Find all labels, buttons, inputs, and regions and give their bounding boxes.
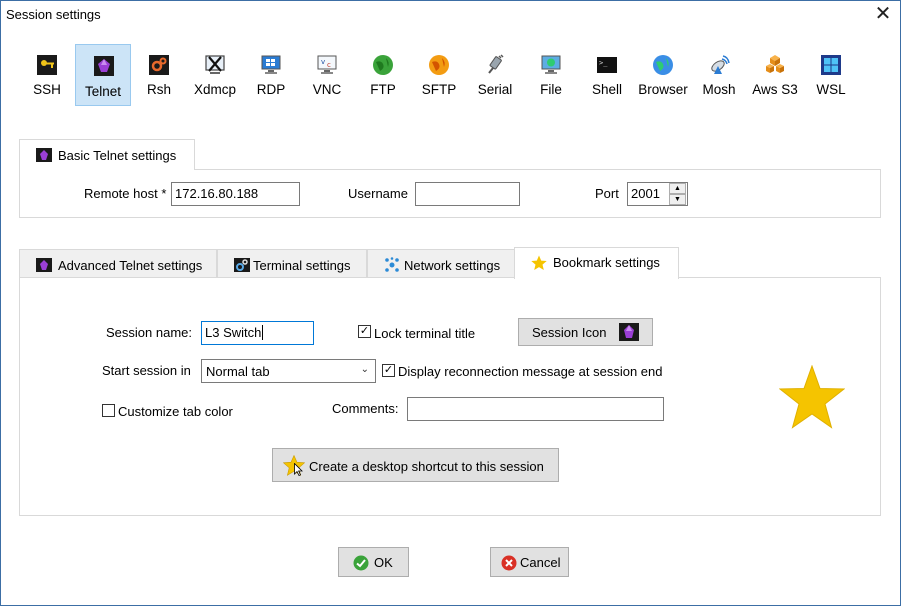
rdp-monitor-icon [261, 55, 281, 74]
username-label: Username [348, 186, 408, 201]
protocol-ftp[interactable]: FTP [355, 44, 411, 106]
session-icon-button[interactable]: Session Icon [518, 318, 653, 346]
lock-terminal-title-checkbox[interactable]: ✓ [358, 325, 371, 338]
aws-cubes-icon [766, 55, 784, 73]
tab-bookmark-settings[interactable]: Bookmark settings [514, 247, 679, 279]
session-name-input[interactable]: L3 Switch [201, 321, 314, 345]
bookmark-star-icon [779, 365, 845, 429]
comments-input[interactable] [407, 397, 664, 421]
port-increment-button[interactable]: ▲ [669, 183, 686, 194]
key-icon [37, 55, 57, 75]
windows-logo-icon [821, 55, 841, 75]
text-caret [262, 325, 264, 340]
protocol-shell[interactable]: >_ Shell [579, 44, 635, 106]
tab-label: Bookmark settings [553, 255, 660, 270]
svg-text:v: v [321, 58, 325, 66]
svg-text:c: c [327, 61, 331, 69]
vnc-monitor-icon: vc [317, 55, 337, 74]
browser-globe-icon [653, 55, 673, 75]
tab-basic-telnet-settings[interactable]: Basic Telnet settings [19, 139, 195, 170]
username-input[interactable] [415, 182, 520, 206]
mouse-cursor-icon [294, 463, 303, 476]
remote-host-label: Remote host * [84, 186, 167, 201]
protocol-vnc[interactable]: vc VNC [299, 44, 355, 106]
telnet-gem-icon [619, 323, 639, 341]
telnet-gem-icon [94, 56, 114, 76]
tab-label: Network settings [404, 258, 501, 273]
mosh-satellite-icon [711, 55, 730, 74]
port-stepper[interactable]: ▲ ▼ [669, 183, 686, 205]
session-name-value: L3 Switch [205, 325, 262, 340]
protocol-rdp[interactable]: RDP [243, 44, 299, 106]
tab-network-settings[interactable]: Network settings [367, 249, 515, 278]
serial-plug-icon [488, 54, 504, 74]
star-icon [531, 255, 547, 270]
protocol-ssh[interactable]: SSH [19, 44, 75, 106]
session-name-label: Session name: [106, 325, 192, 340]
rsh-gears-icon [149, 55, 169, 75]
telnet-gem-icon [36, 258, 52, 272]
remote-host-input[interactable]: 172.16.80.188 [171, 182, 300, 206]
file-monitor-icon [541, 55, 561, 74]
terminal-gears-icon [234, 258, 250, 272]
customize-tab-color-checkbox[interactable] [102, 404, 115, 417]
tab-label: Advanced Telnet settings [58, 258, 203, 273]
start-session-in-select[interactable]: Normal tab ⌄ [201, 359, 376, 383]
shell-terminal-icon: >_ [597, 57, 617, 73]
start-session-in-value: Normal tab [206, 364, 270, 379]
window-title: Session settings [6, 7, 101, 22]
comments-label: Comments: [332, 401, 399, 416]
protocol-rsh[interactable]: Rsh [131, 44, 187, 106]
cancel-circle-icon [501, 555, 517, 571]
title-bar: Session settings ✕ [1, 1, 900, 29]
tab-label: Terminal settings [253, 258, 351, 273]
basic-tab-label: Basic Telnet settings [58, 148, 177, 163]
cancel-button-label: Cancel [520, 555, 561, 570]
cancel-button[interactable]: Cancel [490, 547, 569, 577]
session-icon-button-label: Session Icon [532, 325, 607, 340]
reconnection-message-checkbox[interactable]: ✓ [382, 364, 395, 377]
protocol-xdmcp[interactable]: Xdmcp [187, 44, 243, 106]
protocol-label: WSL [816, 82, 846, 97]
tab-terminal-settings[interactable]: Terminal settings [217, 249, 367, 278]
session-settings-window: Session settings ✕ SSH Telnet Rsh Xdmcp … [0, 0, 901, 606]
protocol-wsl[interactable]: WSL [803, 44, 859, 106]
protocol-telnet[interactable]: Telnet [75, 44, 131, 106]
protocol-serial[interactable]: Serial [467, 44, 523, 106]
check-circle-icon [353, 555, 369, 571]
chevron-down-icon: ⌄ [360, 364, 369, 375]
network-nodes-icon [385, 257, 399, 272]
ok-button-label: OK [374, 555, 393, 570]
lock-terminal-title-label: Lock terminal title [374, 326, 476, 341]
close-button[interactable]: ✕ [872, 4, 894, 26]
xdmcp-x-icon [205, 55, 225, 74]
protocol-sftp[interactable]: SFTP [411, 44, 467, 106]
customize-tab-color-label: Customize tab color [118, 404, 233, 419]
protocol-mosh[interactable]: Mosh [691, 44, 747, 106]
ok-button[interactable]: OK [338, 547, 409, 577]
port-label: Port [595, 186, 619, 201]
protocol-aws-s3[interactable]: Aws S3 [747, 44, 803, 106]
svg-text:>_: >_ [599, 59, 608, 67]
tab-advanced-telnet-settings[interactable]: Advanced Telnet settings [19, 249, 217, 278]
reconnection-message-label: Display reconnection message at session … [398, 364, 663, 379]
start-session-in-label: Start session in [102, 363, 191, 378]
telnet-gem-icon [36, 148, 52, 162]
port-decrement-button[interactable]: ▼ [669, 194, 686, 205]
port-value: 2001 [631, 186, 660, 201]
sftp-globe-icon [429, 55, 449, 75]
create-desktop-shortcut-label: Create a desktop shortcut to this sessio… [309, 459, 544, 474]
protocol-browser[interactable]: Browser [635, 44, 691, 106]
create-desktop-shortcut-button[interactable]: Create a desktop shortcut to this sessio… [272, 448, 559, 482]
ftp-globe-icon [373, 55, 393, 75]
protocol-file[interactable]: File [523, 44, 579, 106]
